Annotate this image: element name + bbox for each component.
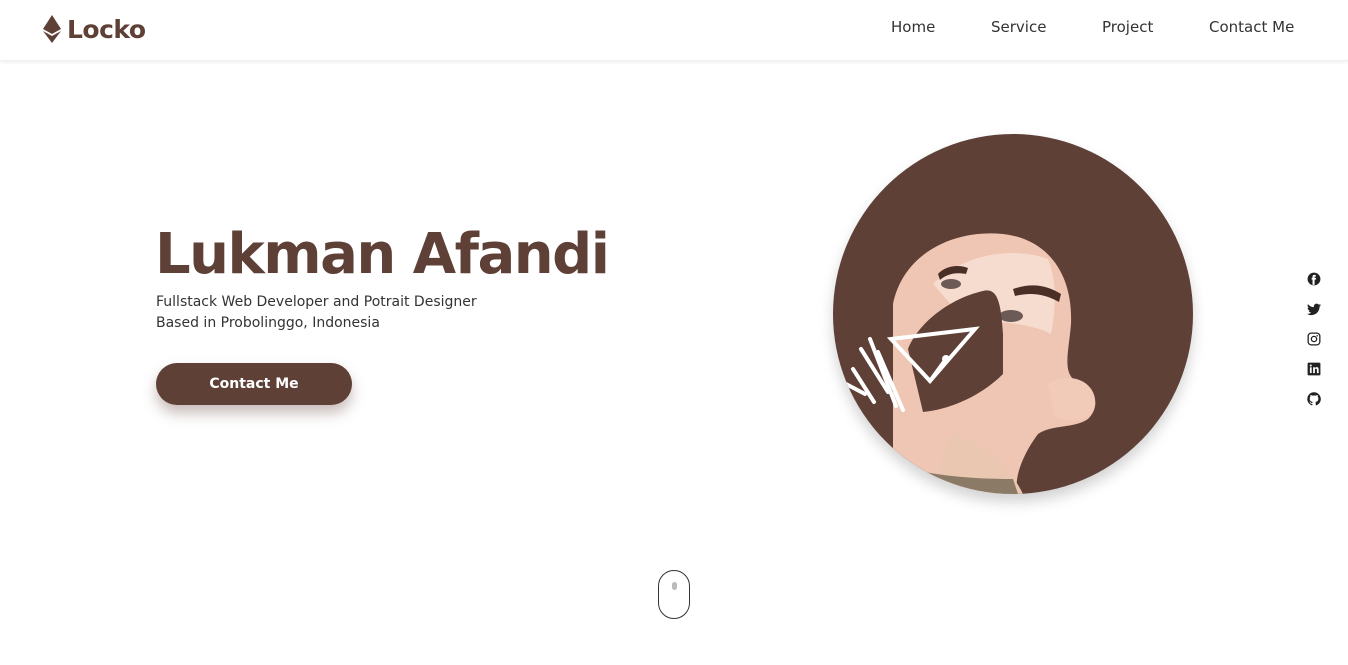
nav-link-service[interactable]: Service — [991, 18, 1046, 36]
instagram-icon[interactable] — [1303, 328, 1325, 350]
hero-subtitle-line2: Based in Probolinggo, Indonesia — [156, 315, 380, 331]
mouse-wheel — [672, 582, 677, 590]
nav-link-project[interactable]: Project — [1102, 18, 1153, 36]
hero-name: Lukman Afandi — [155, 222, 610, 287]
brand-logo[interactable]: Locko — [43, 13, 146, 45]
contact-me-button[interactable]: Contact Me — [156, 363, 352, 405]
nav-link-home[interactable]: Home — [891, 18, 935, 36]
ethereum-icon — [43, 15, 61, 43]
portrait-illustration — [833, 134, 1193, 494]
nav-link-contact[interactable]: Contact Me — [1209, 18, 1294, 36]
facebook-icon[interactable] — [1303, 268, 1325, 290]
twitter-icon[interactable] — [1303, 298, 1325, 320]
linkedin-icon[interactable] — [1303, 358, 1325, 380]
navbar: Locko Home Service Project Contact Me — [0, 0, 1348, 61]
github-icon[interactable] — [1303, 388, 1325, 410]
scroll-down-mouse-icon[interactable] — [658, 570, 690, 619]
brand-name: Locko — [67, 14, 146, 44]
hero-subtitle-line1: Fullstack Web Developer and Potrait Desi… — [156, 294, 477, 310]
